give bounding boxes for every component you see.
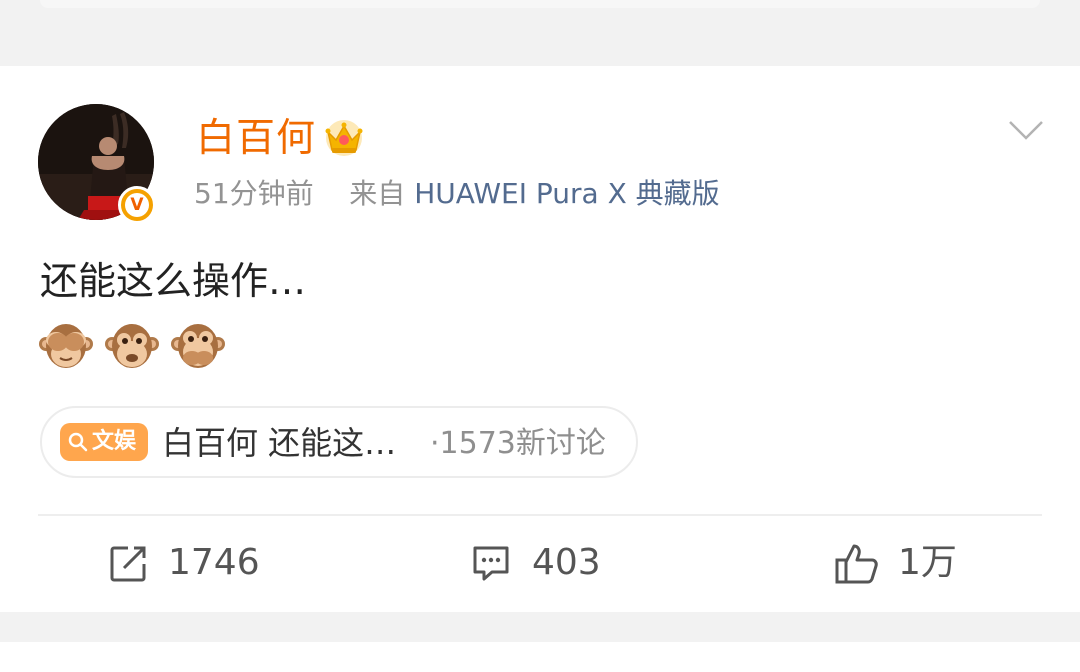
like-count: 1万 xyxy=(898,542,957,583)
post-time: 51分钟前 xyxy=(194,177,314,210)
post-meta: 51分钟前 来自 HUAWEI Pura X 典藏版 xyxy=(194,174,720,214)
like-button[interactable]: 1万 xyxy=(834,538,974,588)
repost-count: 1746 xyxy=(168,542,260,583)
chevron-down-icon[interactable] xyxy=(1008,118,1044,142)
search-icon xyxy=(68,432,88,452)
topic-card[interactable]: 文娱 白百何 还能这… ·1573新讨论 xyxy=(40,406,638,478)
divider xyxy=(38,514,1042,516)
meta-gap xyxy=(323,177,341,210)
repost-icon xyxy=(110,546,146,582)
weibo-post-card[interactable]: V 白百何 51分钟前 来自 HUAWEI Pura X 典藏版 还能这么操作… xyxy=(0,66,1080,612)
repost-button[interactable]: 1746 xyxy=(108,538,268,588)
previous-card-bottom xyxy=(0,0,1080,38)
thumbs-up-icon xyxy=(835,544,878,584)
verified-badge: V xyxy=(118,186,156,224)
topic-category-tag: 文娱 xyxy=(60,423,148,461)
post-text: 还能这么操作… xyxy=(40,259,307,303)
topic-title: 白百何 还能这… xyxy=(162,424,397,462)
comment-button[interactable]: 403 xyxy=(470,538,610,588)
comment-count: 403 xyxy=(532,542,601,583)
speak-no-evil-monkey-icon xyxy=(171,324,225,368)
card-separator xyxy=(0,612,1080,642)
source-device[interactable]: HUAWEI Pura X 典藏版 xyxy=(414,177,720,210)
topic-discussion-count: ·1573新讨论 xyxy=(430,426,606,461)
source-prefix: 来自 xyxy=(349,177,406,210)
topic-category-label: 文娱 xyxy=(92,429,137,454)
username[interactable]: 白百何 xyxy=(196,114,316,164)
monkey-face-icon xyxy=(105,324,159,368)
comment-icon xyxy=(473,546,509,581)
verified-v-icon: V xyxy=(125,193,149,217)
see-no-evil-monkey-icon xyxy=(39,324,93,368)
next-card-top xyxy=(0,642,1080,672)
previous-card-edge xyxy=(40,0,1040,8)
crown-icon xyxy=(325,120,363,156)
